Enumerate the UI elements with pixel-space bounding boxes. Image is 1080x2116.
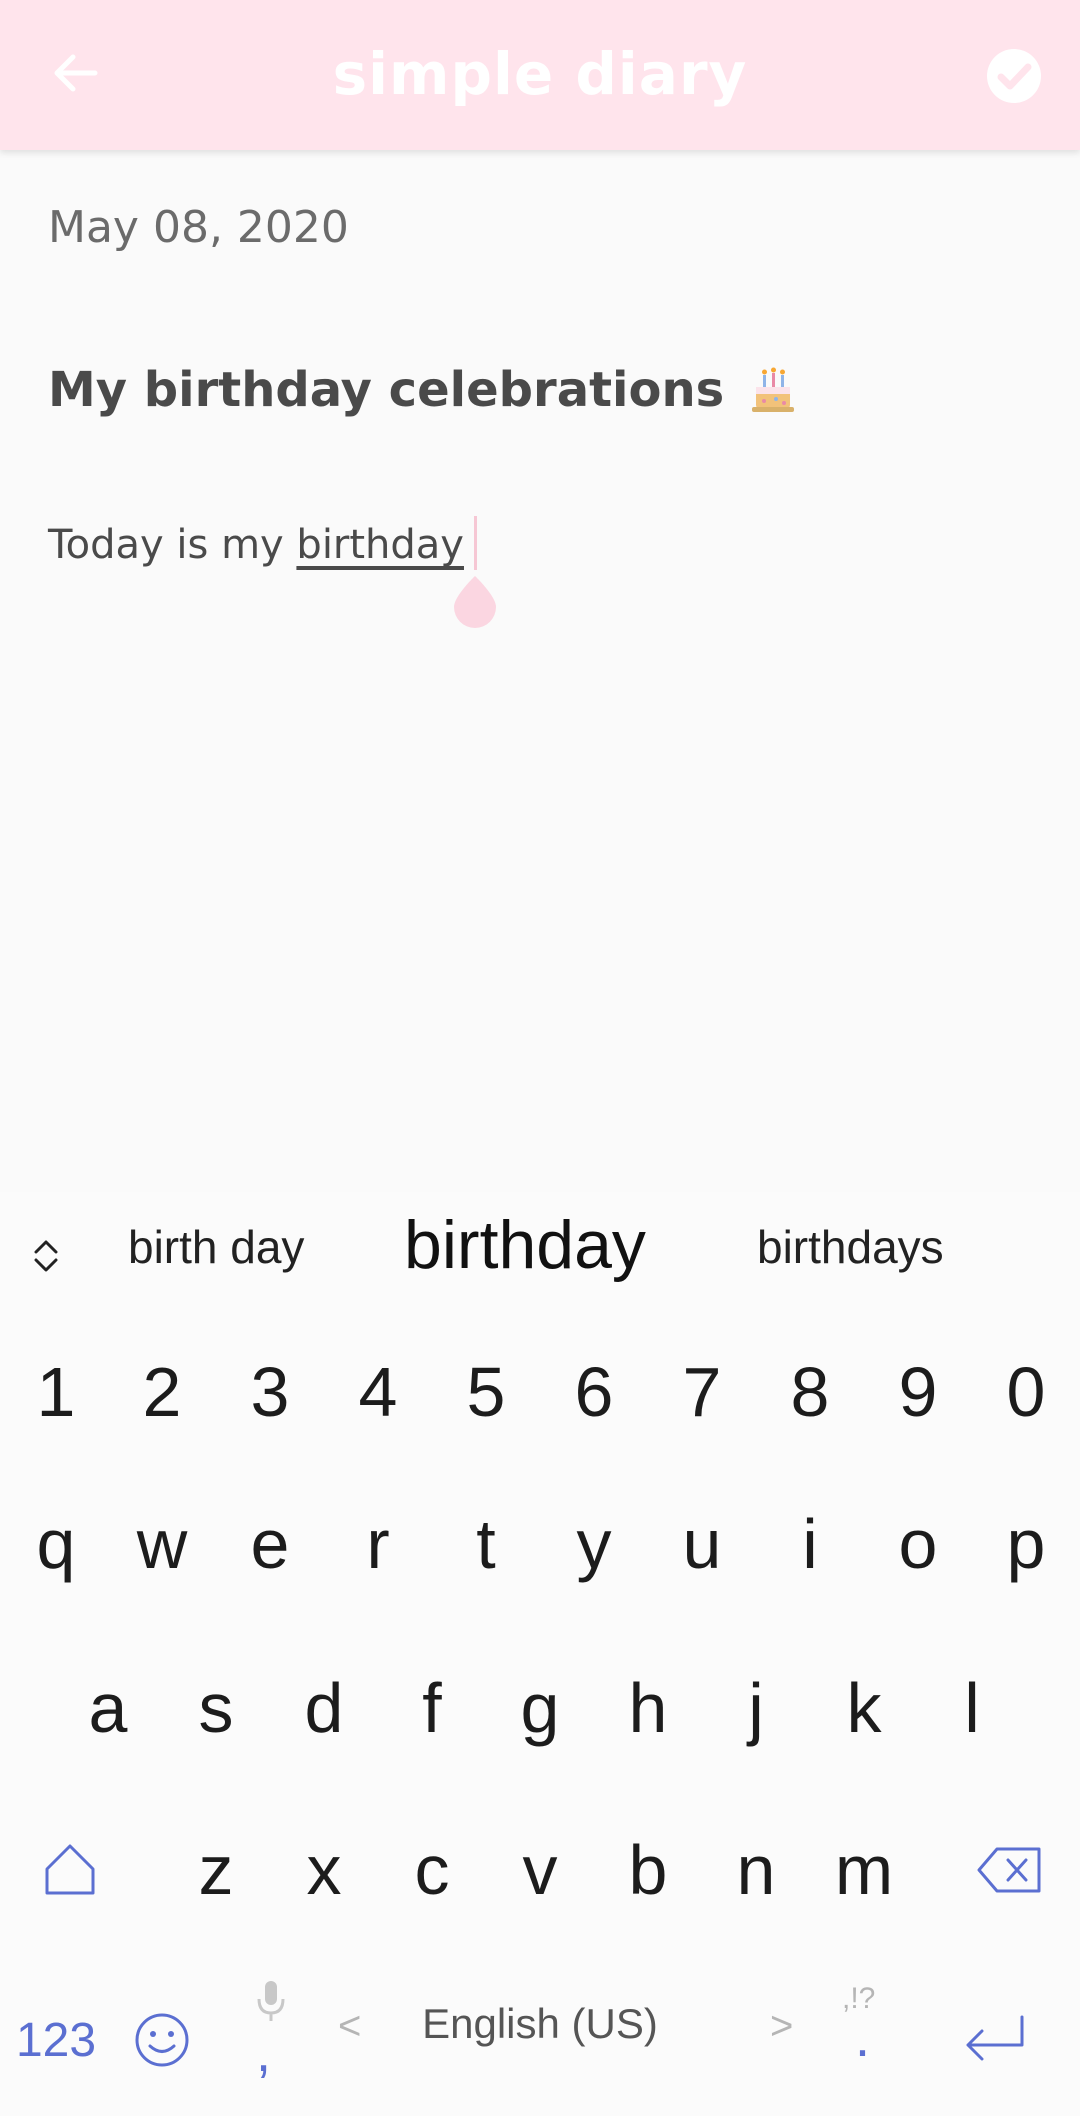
key-d[interactable]: d xyxy=(270,1658,378,1758)
composing-word: birthday xyxy=(296,522,464,568)
space-bar[interactable]: English (US) xyxy=(330,2000,750,2060)
enter-icon xyxy=(966,2015,1024,2061)
key-3[interactable]: 3 xyxy=(216,1342,324,1442)
cursor-handle[interactable] xyxy=(448,574,502,628)
entry-body-text: Today is my xyxy=(48,522,297,568)
key-6[interactable]: 6 xyxy=(540,1342,648,1442)
key-u[interactable]: u xyxy=(648,1494,756,1594)
key-a[interactable]: a xyxy=(54,1658,162,1758)
enter-key[interactable] xyxy=(940,1990,1050,2090)
app-header: simple diary xyxy=(0,0,1080,150)
key-v[interactable]: v xyxy=(486,1820,594,1920)
key-h[interactable]: h xyxy=(594,1658,702,1758)
key-4[interactable]: 4 xyxy=(324,1342,432,1442)
microphone-icon xyxy=(257,1981,285,2021)
entry-title-field[interactable]: My birthday celebrations xyxy=(48,362,800,418)
key-5[interactable]: 5 xyxy=(432,1342,540,1442)
key-s[interactable]: s xyxy=(162,1658,270,1758)
save-button[interactable] xyxy=(984,46,1044,106)
smiley-icon xyxy=(135,2013,189,2067)
key-w[interactable]: w xyxy=(108,1494,216,1594)
key-9[interactable]: 9 xyxy=(864,1342,972,1442)
key-c[interactable]: c xyxy=(378,1820,486,1920)
key-k[interactable]: k xyxy=(810,1658,918,1758)
expand-toggle-icon[interactable] xyxy=(28,1236,64,1276)
shift-icon xyxy=(45,1844,95,1895)
suggestion-center[interactable]: birthday xyxy=(404,1206,646,1284)
backspace-key[interactable] xyxy=(956,1820,1064,1920)
birthday-cake-icon xyxy=(752,367,795,412)
key-n[interactable]: n xyxy=(702,1820,810,1920)
soft-keyboard: birth day birthday birthdays 1 2 3 4 5 6… xyxy=(0,1192,1080,2116)
text-cursor xyxy=(474,516,477,570)
key-m[interactable]: m xyxy=(810,1820,918,1920)
key-8[interactable]: 8 xyxy=(756,1342,864,1442)
key-g[interactable]: g xyxy=(486,1658,594,1758)
app-root: simple diary May 08, 2020 My birthday ce… xyxy=(0,0,1080,2116)
key-y[interactable]: y xyxy=(540,1494,648,1594)
entry-title-text: My birthday celebrations xyxy=(48,362,725,418)
key-r[interactable]: r xyxy=(324,1494,432,1594)
suggestion-right[interactable]: birthdays xyxy=(757,1220,944,1274)
key-2[interactable]: 2 xyxy=(108,1342,216,1442)
key-j[interactable]: j xyxy=(702,1658,810,1758)
key-t[interactable]: t xyxy=(432,1494,540,1594)
key-q[interactable]: q xyxy=(2,1494,110,1594)
space-right-arrow: > xyxy=(770,2004,794,2048)
key-7[interactable]: 7 xyxy=(648,1342,756,1442)
suggestion-left[interactable]: birth day xyxy=(128,1220,304,1274)
symbols-key[interactable]: 123 xyxy=(2,1990,110,2090)
key-e[interactable]: e xyxy=(216,1494,324,1594)
comma-key[interactable]: , xyxy=(256,2022,271,2084)
key-x[interactable]: x xyxy=(270,1820,378,1920)
key-z[interactable]: z xyxy=(162,1820,270,1920)
check-circle-icon xyxy=(987,49,1041,103)
suggestion-bar: birth day birthday birthdays xyxy=(0,1192,1080,1320)
key-o[interactable]: o xyxy=(864,1494,972,1594)
key-b[interactable]: b xyxy=(594,1820,702,1920)
key-f[interactable]: f xyxy=(378,1658,486,1758)
key-i[interactable]: i xyxy=(756,1494,864,1594)
key-l[interactable]: l xyxy=(918,1658,1026,1758)
shift-key[interactable] xyxy=(16,1820,124,1920)
entry-body-field[interactable]: Today is my birthday xyxy=(48,522,464,568)
backspace-icon xyxy=(977,1847,1041,1893)
period-key[interactable]: . xyxy=(855,2007,870,2069)
entry-date[interactable]: May 08, 2020 xyxy=(48,202,349,253)
emoji-key[interactable] xyxy=(108,1990,216,2090)
key-p[interactable]: p xyxy=(972,1494,1080,1594)
key-0[interactable]: 0 xyxy=(972,1342,1080,1442)
key-1[interactable]: 1 xyxy=(2,1342,110,1442)
app-title: simple diary xyxy=(332,40,748,108)
